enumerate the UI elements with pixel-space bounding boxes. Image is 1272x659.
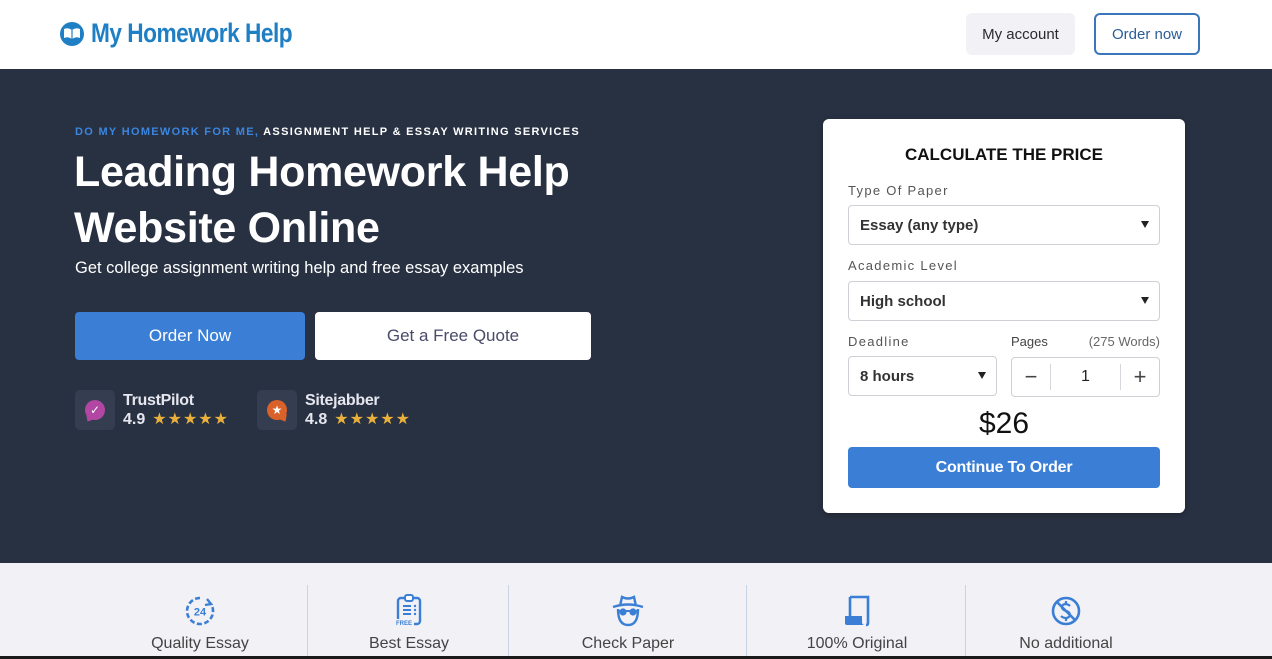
- star-icon: ★: [182, 410, 198, 428]
- continue-to-order-button[interactable]: Continue To Order: [848, 447, 1160, 488]
- chevron-down-icon: [1141, 221, 1149, 228]
- rating-score: 4.9: [123, 410, 146, 428]
- star-icon: ★: [213, 410, 228, 428]
- hero-eyebrow: DO MY HOMEWORK FOR ME, ASSIGNMENT HELP &…: [75, 126, 580, 138]
- free-clipboard-icon: FREE: [391, 593, 427, 629]
- star-rating: ★ ★ ★ ★ ★: [152, 410, 229, 428]
- chevron-down-icon: [978, 372, 986, 379]
- feature-item: FREE Best Essay: [309, 563, 509, 659]
- rating-name: Sitejabber: [305, 391, 380, 409]
- star-icon: ★: [380, 410, 395, 428]
- divider: [307, 585, 308, 659]
- feature-label: 100% Original: [806, 635, 908, 652]
- star-icon: ★: [167, 410, 182, 428]
- feature-item: 24 Quality Essay: [100, 563, 300, 659]
- eyebrow-accent: DO MY HOMEWORK FOR ME,: [75, 126, 260, 138]
- order-now-header-button[interactable]: Order now: [1094, 13, 1200, 55]
- hero-subtitle: Get college assignment writing help and …: [75, 259, 524, 277]
- my-account-button[interactable]: My account: [966, 13, 1075, 55]
- deadline-select[interactable]: 8 hours: [848, 356, 997, 396]
- deadline-value: 8 hours: [860, 367, 915, 385]
- deadline-label: Deadline: [848, 334, 910, 349]
- academic-level-value: High school: [860, 292, 946, 310]
- pages-stepper: − 1 +: [1011, 357, 1160, 397]
- site-header: My Homework Help My account Order now: [0, 0, 1272, 69]
- paper-type-select[interactable]: Essay (any type): [848, 205, 1160, 245]
- star-icon: ★: [152, 410, 167, 428]
- feature-item: No additional: [966, 563, 1166, 659]
- sitejabber-badge: ★: [257, 390, 297, 430]
- star-icon: ★: [364, 410, 380, 428]
- order-now-button[interactable]: Order Now: [75, 312, 305, 360]
- feature-item: 100% Original: [757, 563, 957, 659]
- star-icon: ★: [349, 410, 364, 428]
- rating-trustpilot[interactable]: ✓ TrustPilot 4.9 ★ ★ ★ ★ ★: [75, 390, 229, 430]
- page-title: Leading Homework Help Website Online: [74, 144, 570, 256]
- book-icon: [60, 21, 84, 46]
- hero-section: DO MY HOMEWORK FOR ME, ASSIGNMENT HELP &…: [0, 69, 1272, 563]
- decrement-button[interactable]: −: [1012, 358, 1050, 396]
- spy-icon: [610, 593, 646, 629]
- pages-input[interactable]: 1: [1051, 368, 1120, 386]
- rating-score: 4.8: [305, 410, 328, 428]
- price-total: $26: [978, 407, 1030, 440]
- logo[interactable]: My Homework Help: [60, 18, 330, 49]
- star-rating: ★ ★ ★ ★ ★: [334, 410, 411, 428]
- paper-type-value: Essay (any type): [860, 216, 979, 234]
- academic-level-label: Academic Level: [848, 258, 958, 273]
- star-icon: ★: [198, 410, 213, 428]
- feature-label: Best Essay: [368, 635, 450, 652]
- feature-item: Check Paper: [528, 563, 728, 659]
- chevron-down-icon: [1141, 297, 1149, 304]
- words-count: (275 Words): [1088, 334, 1160, 349]
- headline-line-1: Leading Homework Help: [74, 148, 570, 196]
- free-quote-button[interactable]: Get a Free Quote: [315, 312, 591, 360]
- feature-label: Quality Essay: [151, 635, 249, 652]
- svg-text:24: 24: [194, 607, 207, 619]
- feature-label: Check Paper: [581, 635, 675, 652]
- paper-scroll-icon: [839, 593, 875, 629]
- divider: [746, 585, 747, 659]
- increment-button[interactable]: +: [1121, 358, 1159, 396]
- paper-type-label: Type Of Paper: [848, 183, 949, 198]
- pages-label: Pages: [1011, 334, 1048, 349]
- plus-icon: +: [1133, 364, 1147, 389]
- academic-level-select[interactable]: High school: [848, 281, 1160, 321]
- star-icon: ★: [395, 410, 410, 428]
- 24-hours-icon: 24: [182, 593, 218, 629]
- svg-text:FREE: FREE: [396, 621, 412, 627]
- price-calculator: CALCULATE THE PRICE Type Of Paper Essay …: [823, 119, 1185, 513]
- features-strip: 24 Quality Essay FREE Best Essay Check P…: [0, 563, 1272, 659]
- feature-label: No additional: [1019, 635, 1113, 652]
- calculator-title: CALCULATE THE PRICE: [904, 145, 1103, 164]
- headline-line-2: Website Online: [74, 204, 380, 252]
- eyebrow-rest: ASSIGNMENT HELP & ESSAY WRITING SERVICES: [259, 126, 581, 138]
- rating-sitejabber[interactable]: ★ Sitejabber 4.8 ★ ★ ★ ★ ★: [257, 390, 411, 430]
- minus-icon: −: [1024, 364, 1038, 389]
- rating-name: TrustPilot: [123, 391, 194, 409]
- star-icon: ★: [334, 410, 349, 428]
- divider: [508, 585, 509, 659]
- no-dollar-icon: [1048, 593, 1084, 629]
- logo-text: My Homework Help: [91, 18, 293, 48]
- trustpilot-badge: ✓: [75, 390, 115, 430]
